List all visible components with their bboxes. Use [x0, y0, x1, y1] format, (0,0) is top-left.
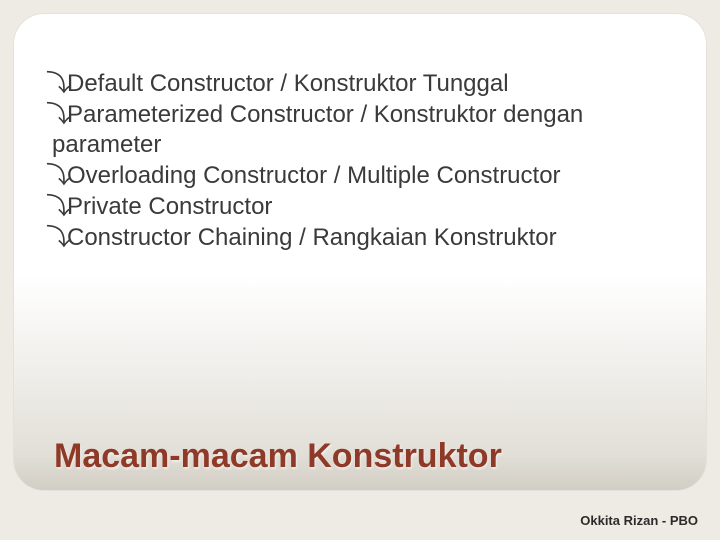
list-item-text: Overloading Constructor / Multiple Const… — [67, 162, 561, 189]
list-item: ⤵Parameterized Constructor / Konstruktor… — [52, 100, 676, 161]
list-item: ⤵Overloading Constructor / Multiple Cons… — [52, 161, 676, 192]
list-item-text: Private Constructor — [67, 193, 272, 220]
footer-text: Okkita Rizan - PBO — [580, 513, 698, 528]
bullet-list: ⤵Default Constructor / Konstruktor Tungg… — [14, 69, 706, 253]
bullet-icon: ⤵ — [46, 194, 69, 220]
list-item: ⤵Private Constructor — [52, 192, 676, 223]
list-item: ⤵Default Constructor / Konstruktor Tungg… — [52, 69, 676, 100]
list-item-text: Constructor Chaining / Rangkaian Konstru… — [67, 224, 557, 251]
bullet-icon: ⤵ — [46, 225, 69, 251]
bullet-icon: ⤵ — [46, 71, 69, 97]
slide: ⤵Default Constructor / Konstruktor Tungg… — [0, 0, 720, 540]
bullet-icon: ⤵ — [46, 102, 69, 128]
slide-title: Macam-macam Konstruktor — [54, 437, 502, 476]
bullet-icon: ⤵ — [46, 163, 69, 189]
content-panel: ⤵Default Constructor / Konstruktor Tungg… — [14, 14, 706, 490]
list-item-text: Parameterized Constructor / Konstruktor … — [52, 101, 583, 159]
list-item: ⤵Constructor Chaining / Rangkaian Konstr… — [52, 223, 676, 254]
list-item-text: Default Constructor / Konstruktor Tungga… — [67, 70, 509, 97]
